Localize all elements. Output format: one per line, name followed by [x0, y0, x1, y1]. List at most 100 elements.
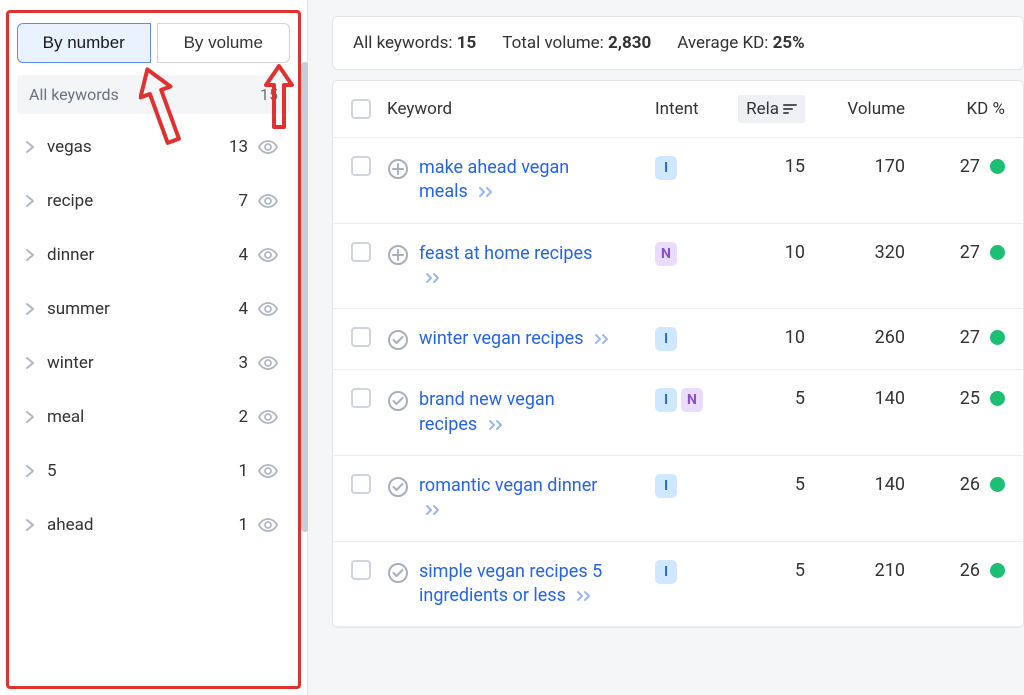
sidebar-item[interactable]: recipe7 [17, 174, 290, 228]
header-intent[interactable]: Intent [655, 99, 733, 119]
eye-icon[interactable] [258, 302, 278, 316]
keyword-table: Keyword Intent Rela Volume KD % make ahe… [332, 80, 1024, 628]
sidebar-item-count: 3 [238, 353, 248, 373]
plus-circle-icon[interactable] [387, 244, 409, 266]
eye-icon[interactable] [258, 410, 278, 424]
sidebar-item-label: meal [47, 407, 238, 427]
sort-tabs: By number By volume [17, 23, 290, 63]
kd-dot-icon [990, 245, 1005, 260]
intent-badge-i: I [655, 560, 677, 584]
sidebar-item-label: summer [47, 299, 238, 319]
sidebar-item-label: 5 [47, 461, 238, 481]
cell-kd: 26 [921, 474, 1005, 495]
row-checkbox[interactable] [351, 327, 371, 347]
sidebar-item-label: recipe [47, 191, 238, 211]
header-related[interactable]: Rela [733, 95, 821, 123]
row-checkbox[interactable] [351, 474, 371, 494]
intent-badge-n: N [655, 242, 677, 266]
kd-dot-icon [990, 477, 1005, 492]
sidebar: By number By volume All keywords 15 vega… [0, 0, 308, 695]
kd-dot-icon [990, 391, 1005, 406]
header-kd[interactable]: KD % [921, 99, 1005, 119]
chevron-right-icon [25, 518, 35, 532]
tab-by-volume[interactable]: By volume [157, 23, 291, 63]
chevron-right-icon [25, 248, 35, 262]
cell-related: 5 [733, 560, 821, 581]
table-row: feast at home recipes N1032027 [333, 224, 1023, 310]
chevron-right-icon [25, 464, 35, 478]
keyword-link[interactable]: brand new vegan recipes [419, 388, 614, 437]
chevron-double-right-icon[interactable] [425, 271, 441, 287]
keyword-link[interactable]: make ahead vegan meals [419, 156, 614, 205]
cell-volume: 260 [821, 327, 921, 348]
sidebar-item[interactable]: ahead1 [17, 498, 290, 552]
check-circle-icon[interactable] [387, 562, 409, 584]
eye-icon[interactable] [258, 356, 278, 370]
keyword-link[interactable]: winter vegan recipes [419, 327, 610, 351]
sidebar-item-label: ahead [47, 515, 238, 535]
cell-related: 15 [733, 156, 821, 177]
cell-related: 10 [733, 242, 821, 263]
summary-all-keywords: All keywords: 15 [353, 33, 476, 53]
chevron-double-right-icon[interactable] [478, 185, 494, 201]
cell-intent: I [655, 156, 733, 180]
sidebar-item-label: vegas [47, 137, 229, 157]
sidebar-item-count: 2 [238, 407, 248, 427]
table-row: brand new vegan recipes IN514025 [333, 370, 1023, 456]
row-checkbox[interactable] [351, 560, 371, 580]
cell-volume: 140 [821, 388, 921, 409]
row-checkbox[interactable] [351, 242, 371, 262]
chevron-right-icon [25, 140, 35, 154]
check-circle-icon[interactable] [387, 390, 409, 412]
header-volume[interactable]: Volume [821, 99, 921, 119]
cell-intent: I [655, 327, 733, 351]
keyword-link[interactable]: simple vegan recipes 5 ingredients or le… [419, 560, 614, 609]
eye-icon[interactable] [258, 518, 278, 532]
table-row: simple vegan recipes 5 ingredients or le… [333, 542, 1023, 628]
eye-icon[interactable] [258, 140, 278, 154]
intent-badge-i: I [655, 474, 677, 498]
select-all-checkbox[interactable] [351, 99, 371, 119]
cell-related: 5 [733, 388, 821, 409]
sidebar-item[interactable]: winter3 [17, 336, 290, 390]
intent-badge-i: I [655, 156, 677, 180]
cell-related: 10 [733, 327, 821, 348]
sidebar-item[interactable]: meal2 [17, 390, 290, 444]
eye-icon[interactable] [258, 464, 278, 478]
chevron-double-right-icon[interactable] [488, 418, 504, 434]
sidebar-item[interactable]: dinner4 [17, 228, 290, 282]
sidebar-item-count: 4 [238, 299, 248, 319]
check-circle-icon[interactable] [387, 476, 409, 498]
keyword-link[interactable]: romantic vegan dinner [419, 474, 614, 523]
summary-total-volume: Total volume: 2,830 [502, 33, 651, 53]
plus-circle-icon[interactable] [387, 158, 409, 180]
sidebar-item[interactable]: summer4 [17, 282, 290, 336]
cell-volume: 140 [821, 474, 921, 495]
sidebar-item-label: dinner [47, 245, 238, 265]
cell-volume: 210 [821, 560, 921, 581]
intent-badge-i: I [655, 327, 677, 351]
all-keywords-count: 15 [260, 85, 278, 104]
eye-icon[interactable] [258, 194, 278, 208]
chevron-right-icon [25, 410, 35, 424]
keyword-group-list: vegas13recipe7dinner4summer4winter3meal2… [17, 120, 290, 552]
header-keyword[interactable]: Keyword [387, 99, 655, 119]
all-keywords-header[interactable]: All keywords 15 [17, 75, 290, 114]
chevron-double-right-icon[interactable] [594, 332, 610, 348]
eye-icon[interactable] [258, 248, 278, 262]
chevron-double-right-icon[interactable] [576, 589, 592, 605]
check-circle-icon[interactable] [387, 329, 409, 351]
kd-dot-icon [990, 330, 1005, 345]
sidebar-item[interactable]: vegas13 [17, 120, 290, 174]
row-checkbox[interactable] [351, 156, 371, 176]
sort-desc-icon [783, 103, 797, 115]
row-checkbox[interactable] [351, 388, 371, 408]
table-body: make ahead vegan meals I1517027feast at … [333, 138, 1023, 627]
chevron-double-right-icon[interactable] [425, 503, 441, 519]
tab-by-number[interactable]: By number [17, 23, 151, 63]
sidebar-item[interactable]: 51 [17, 444, 290, 498]
cell-kd: 27 [921, 327, 1005, 348]
chevron-right-icon [25, 302, 35, 316]
sidebar-item-count: 1 [238, 515, 248, 535]
keyword-link[interactable]: feast at home recipes [419, 242, 614, 291]
